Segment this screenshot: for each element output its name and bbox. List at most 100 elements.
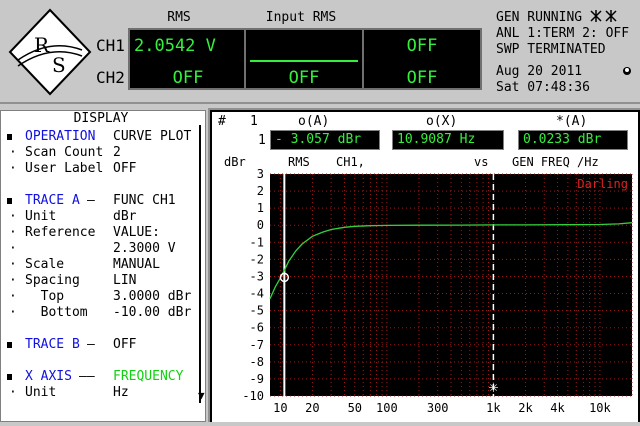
datetime: Aug 20 2011 Sat 07:48:36 (496, 64, 590, 96)
rms-trace-label: RMS (288, 155, 310, 169)
bullet-icon (7, 374, 12, 380)
panel-row-separator: —— (79, 369, 95, 384)
input-rms-ch1-dashes (250, 60, 358, 62)
panel-row[interactable]: OPERATION CURVE PLOT (1, 129, 197, 145)
display-settings-panel[interactable]: DISPLAY OPERATION CURVE PLOT · Scan Count 2 ·… (0, 110, 206, 422)
panel-row[interactable]: X AXIS —— FREQUENCY (1, 369, 197, 385)
x-tick-label: 4k (550, 401, 565, 415)
input-rms-display[interactable]: OFF (244, 28, 364, 90)
panel-row-separator: — (87, 193, 95, 208)
x-tick-label: 300 (427, 401, 449, 415)
input-rms-header: Input RMS (265, 10, 337, 25)
bullet-icon (7, 134, 12, 140)
third-ch1-value: OFF (406, 36, 438, 56)
panel-row[interactable]: · Unit dBr (1, 209, 197, 225)
panel-row[interactable]: TRACE A — FUNC CH1 (1, 193, 197, 209)
panel-scrollbar[interactable] (199, 125, 205, 403)
y-tick-label: -7 (250, 338, 264, 352)
scroll-down-arrow-icon[interactable]: ▼ (198, 389, 205, 402)
cursor-a-header: o(A) (298, 114, 330, 129)
vs-label: vs (474, 155, 488, 169)
bullet-icon (7, 342, 12, 348)
panel-row-value: LIN (113, 273, 137, 288)
rms-display[interactable]: 2.0542 V OFF (128, 28, 248, 90)
panel-title: DISPLAY (73, 111, 129, 126)
y-tick-label: -2 (250, 252, 264, 266)
y-tick-label: -1 (250, 235, 264, 249)
rms-ch1-value: 2.0542 V (134, 36, 216, 56)
bullet-icon (7, 198, 12, 204)
panel-row-value: 2.3000 V (113, 241, 176, 256)
x-tick-labels: 10 20 50 100 300 1k 2k 4k 10k (273, 401, 611, 415)
panel-row-label: X AXIS (25, 369, 72, 384)
panel-row-value: FUNC CH1 (113, 193, 176, 208)
panel-row-value: VALUE: (113, 225, 160, 240)
cursor-star-value[interactable]: 0.0233 dBr (518, 130, 628, 150)
panel-row[interactable]: · Spacing LIN (1, 273, 197, 289)
panel-row-value: -10.00 dBr (113, 305, 192, 320)
panel-row[interactable]: · Scale MANUAL (1, 257, 197, 273)
panel-row-value: dBr (113, 209, 137, 224)
panel-row-value: Hz (113, 385, 129, 400)
sub-item-dot: · (9, 161, 17, 176)
panel-row[interactable]: · Scan Count 2 (1, 145, 197, 161)
sub-item-dot: · (9, 305, 17, 320)
gen-status: GEN RUNNING ANL 1:TERM 2: OFF SWP TERMIN… (496, 10, 629, 58)
panel-row[interactable]: · Bottom -10.00 dBr (1, 305, 197, 321)
panel-row[interactable]: TRACE B — OFF (1, 337, 197, 353)
panel-row[interactable]: · Top 3.0000 dBr (1, 289, 197, 305)
panel-row-value: MANUAL (113, 257, 160, 272)
graph-window[interactable]: # 1 o(A) o(X) *(A) 1 - 3.057 dBr 10.9087… (208, 108, 640, 422)
ch1-label: CH1 (96, 36, 125, 55)
y-tick-label: -10 (242, 389, 264, 403)
panel-row-label: Scale (25, 257, 65, 272)
y-axis-unit: dBr (224, 155, 246, 169)
x-tick-label: 50 (348, 401, 362, 415)
panel-row[interactable]: · Unit Hz (1, 385, 197, 401)
third-ch2-value: OFF (406, 68, 438, 88)
status-bar: R S CH1 CH2 RMS Input RMS 2.0542 V OFF O… (0, 0, 640, 104)
activity-icon (590, 10, 617, 22)
panel-row-label: Bottom (25, 305, 88, 320)
sub-item-dot: · (9, 209, 17, 224)
cursor-star-header: *(A) (556, 114, 588, 129)
cursor-x-header: o(X) (426, 114, 458, 129)
rs-logo: R S (8, 8, 92, 96)
panel-row-label: Top (25, 289, 65, 304)
cursor-x-value[interactable]: 10.9087 Hz (392, 130, 504, 150)
cursor-star-marker: ✳ (489, 377, 499, 396)
swp-status-text: SWP TERMINATED (496, 42, 606, 57)
y-tick-label: 0 (257, 218, 264, 232)
panel-row-label: TRACE A (25, 193, 80, 208)
frequency-response-chart[interactable]: dBr RMS CH1, vs GEN FREQ /Hz 3210-1-2-3-… (212, 154, 638, 422)
input-rms-ch2-value: OFF (288, 68, 320, 88)
panel-row-separator: — (87, 337, 95, 352)
panel-row-label: User Label (25, 161, 104, 176)
channel-trace-label: CH1, (336, 155, 365, 169)
panel-row[interactable]: · User Label OFF (1, 161, 197, 177)
panel-row-value: OFF (113, 161, 137, 176)
cursor-a-value[interactable]: - 3.057 dBr (270, 130, 380, 150)
y-tick-label: -4 (250, 287, 264, 301)
sub-item-dot: · (9, 289, 17, 304)
record-indicator-icon (623, 67, 631, 75)
y-tick-labels: 3 2 1 0 -1 -2 -3 -4 -5 -6 -7 -8 -9 -10 (242, 167, 264, 403)
panel-row-value: FREQUENCY (113, 369, 184, 384)
x-tick-label: 2k (518, 401, 533, 415)
gen-running-text: GEN RUNNING (496, 10, 583, 25)
panel-row-value: CURVE PLOT (113, 129, 192, 144)
third-display[interactable]: OFF OFF (362, 28, 482, 90)
panel-row[interactable]: · 2.3000 V (1, 241, 197, 257)
anl-status-text: ANL 1:TERM 2: OFF (496, 26, 630, 41)
panel-row[interactable]: · Reference VALUE: (1, 225, 197, 241)
panel-row-label: OPERATION (25, 129, 96, 144)
y-tick-label: 2 (257, 184, 264, 198)
panel-row-label: Unit (25, 385, 57, 400)
panel-row-value: 3.0000 dBr (113, 289, 192, 304)
panel-row-label: Reference (25, 225, 96, 240)
y-tick-label: -5 (250, 304, 264, 318)
sub-item-dot: · (9, 257, 17, 272)
ch2-label: CH2 (96, 68, 125, 87)
rms-header: RMS (167, 10, 191, 25)
svg-text:S: S (52, 53, 66, 77)
